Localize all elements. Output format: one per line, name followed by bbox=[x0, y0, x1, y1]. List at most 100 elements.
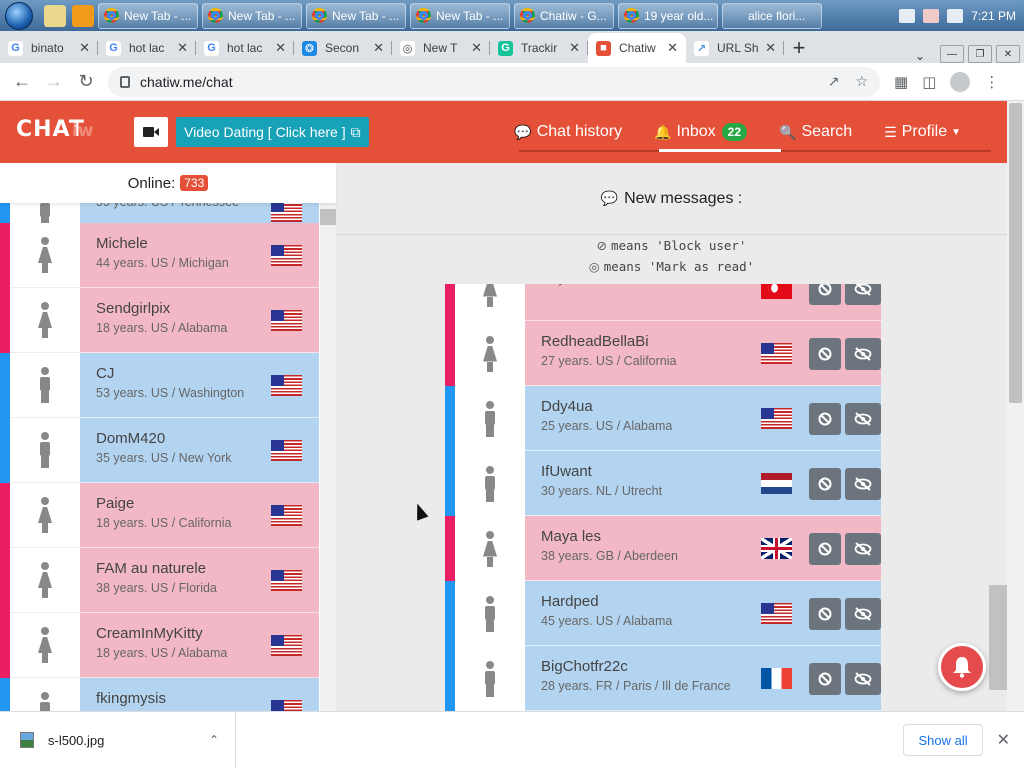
mark-as-read-button[interactable] bbox=[845, 468, 881, 500]
close-tab-icon[interactable]: ✕ bbox=[79, 40, 90, 56]
nav-inbox[interactable]: 🔔 Inbox 22 bbox=[638, 101, 763, 163]
taskbar-task[interactable]: 19 year old... bbox=[618, 2, 718, 29]
online-user-row[interactable]: fkingmysis bbox=[0, 678, 320, 711]
block-user-button[interactable] bbox=[809, 468, 841, 500]
explorer-icon[interactable] bbox=[44, 4, 66, 27]
online-user-row[interactable]: FAM au naturele 38 years. US / Florida bbox=[0, 548, 320, 613]
browser-tab[interactable]: G Trackir ✕ bbox=[490, 33, 588, 63]
video-dating-button[interactable]: Video Dating [ Click here ] ⧉ bbox=[176, 117, 369, 147]
notification-bell-button[interactable] bbox=[938, 643, 986, 691]
taskbar-task[interactable]: alice flori... bbox=[722, 2, 822, 29]
block-user-button[interactable] bbox=[809, 284, 841, 305]
chevron-up-icon[interactable]: ⌃ bbox=[209, 733, 219, 747]
minimize-button[interactable]: — bbox=[940, 45, 964, 63]
profile-avatar-icon[interactable] bbox=[950, 71, 971, 92]
message-row[interactable]: 18 years. TR / ?stanbul bbox=[445, 284, 881, 321]
extensions-puzzle-icon[interactable]: ▦ bbox=[894, 73, 908, 91]
block-user-button[interactable] bbox=[809, 598, 841, 630]
online-user-row[interactable]: Michele 44 years. US / Michigan bbox=[0, 223, 320, 288]
browser-tab[interactable]: ❂ Secon ✕ bbox=[294, 33, 392, 63]
message-row[interactable]: RedheadBellaBi 27 years. US / California bbox=[445, 321, 881, 386]
mark-as-read-button[interactable] bbox=[845, 663, 881, 695]
address-bar[interactable]: chatiw.me/chat ↗ ☆ bbox=[108, 66, 880, 97]
nav-search[interactable]: 🔍 Search bbox=[763, 101, 868, 163]
close-tab-icon[interactable]: ✕ bbox=[275, 40, 286, 56]
message-row[interactable]: Hardped 45 years. US / Alabama bbox=[445, 581, 881, 646]
mark-as-read-button[interactable] bbox=[845, 598, 881, 630]
online-user-row[interactable]: DomM420 35 years. US / New York bbox=[0, 418, 320, 483]
chatiw-logo[interactable]: CHAT iw bbox=[16, 115, 96, 149]
tab-title: URL Sh bbox=[717, 41, 759, 55]
taskbar-task[interactable]: New Tab - ... bbox=[98, 2, 198, 29]
gender-stripe bbox=[0, 483, 10, 548]
user-avatar bbox=[455, 516, 525, 581]
user-avatar bbox=[10, 483, 80, 548]
messages-scroll-thumb[interactable] bbox=[989, 585, 1007, 690]
side-panel-icon[interactable]: ◫ bbox=[922, 73, 936, 91]
page-scroll-thumb[interactable] bbox=[1009, 103, 1022, 403]
page-scrollbar[interactable] bbox=[1007, 101, 1024, 711]
network-tray-icon[interactable] bbox=[899, 8, 916, 23]
close-tab-icon[interactable]: ✕ bbox=[177, 40, 188, 56]
browser-tab[interactable]: ↗ URL Sh ✕ bbox=[686, 33, 784, 63]
mark-as-read-button[interactable] bbox=[845, 338, 881, 370]
restore-button[interactable]: ❐ bbox=[968, 45, 992, 63]
message-row[interactable]: IfUwant 30 years. NL / Utrecht bbox=[445, 451, 881, 516]
taskbar-task[interactable]: New Tab - ... bbox=[410, 2, 510, 29]
eye-slash-icon: ◎ bbox=[588, 259, 600, 274]
block-user-button[interactable] bbox=[809, 663, 841, 695]
close-window-button[interactable]: ✕ bbox=[996, 45, 1020, 63]
reload-button[interactable]: ↻ bbox=[70, 66, 102, 98]
menu-kebab-icon[interactable]: ⋮ bbox=[984, 73, 999, 91]
browser-tab[interactable]: Gbinato ✕ bbox=[0, 33, 98, 63]
user-list-scrollbar[interactable] bbox=[320, 203, 336, 711]
block-user-button[interactable] bbox=[809, 338, 841, 370]
video-camera-button[interactable] bbox=[134, 117, 168, 147]
close-tab-icon[interactable]: ✕ bbox=[765, 40, 776, 56]
online-user-row[interactable]: CreamInMyKitty 18 years. US / Alabama bbox=[0, 613, 320, 678]
bookmark-star-icon[interactable]: ☆ bbox=[855, 73, 868, 90]
message-row[interactable]: BigChotfr22c 28 years. FR / Paris / Ill d… bbox=[445, 646, 881, 711]
browser-tab[interactable]: ◎ New T ✕ bbox=[392, 33, 490, 63]
forward-button[interactable]: → bbox=[38, 66, 70, 98]
block-user-button[interactable] bbox=[809, 403, 841, 435]
volume-tray-icon[interactable] bbox=[947, 8, 964, 23]
close-tab-icon[interactable]: ✕ bbox=[569, 40, 580, 56]
scroll-thumb[interactable] bbox=[320, 209, 336, 225]
clock[interactable]: 7:21 PM bbox=[971, 9, 1016, 23]
url-text: chatiw.me/chat bbox=[140, 73, 233, 90]
show-all-button[interactable]: Show all bbox=[903, 724, 983, 756]
browser-tab[interactable]: Ghot lac ✕ bbox=[196, 33, 294, 63]
close-tab-icon[interactable]: ✕ bbox=[471, 40, 482, 56]
block-user-button[interactable] bbox=[809, 533, 841, 565]
mark-as-read-button[interactable] bbox=[845, 284, 881, 305]
close-tab-icon[interactable]: ✕ bbox=[373, 40, 384, 56]
media-player-icon[interactable] bbox=[72, 4, 94, 27]
browser-tab[interactable]: ■ Chatiw ✕ bbox=[588, 33, 686, 63]
lock-icon[interactable] bbox=[120, 75, 130, 88]
flag-us-icon bbox=[271, 700, 302, 711]
mark-as-read-button[interactable] bbox=[845, 533, 881, 565]
message-row[interactable]: Ddy4ua 25 years. US / Alabama bbox=[445, 386, 881, 451]
online-user-row[interactable]: Sendgirlpix 18 years. US / Alabama bbox=[0, 288, 320, 353]
mark-as-read-button[interactable] bbox=[845, 403, 881, 435]
flag-tray-icon[interactable] bbox=[923, 8, 940, 23]
taskbar-task[interactable]: Chatiw - G... bbox=[514, 2, 614, 29]
tab-search-chevron-icon[interactable]: ⌄ bbox=[900, 49, 940, 63]
download-item[interactable]: s-l500.jpg ⌃ bbox=[0, 711, 236, 768]
nav-chat-history[interactable]: 💬 Chat history bbox=[498, 101, 638, 163]
taskbar-task[interactable]: New Tab - ... bbox=[306, 2, 406, 29]
close-downloads-icon[interactable]: ✕ bbox=[997, 730, 1010, 750]
message-row[interactable]: Maya les 38 years. GB / Aberdeen bbox=[445, 516, 881, 581]
online-user-row[interactable]: Paige 18 years. US / California bbox=[0, 483, 320, 548]
block-icon bbox=[818, 607, 832, 621]
taskbar-task[interactable]: New Tab - ... bbox=[202, 2, 302, 29]
nav-profile[interactable]: ☰ Profile ▼ bbox=[868, 101, 977, 163]
start-button[interactable] bbox=[0, 0, 38, 31]
browser-tab[interactable]: Ghot lac ✕ bbox=[98, 33, 196, 63]
close-tab-icon[interactable]: ✕ bbox=[667, 40, 678, 56]
share-icon[interactable]: ↗ bbox=[828, 73, 840, 90]
online-user-row[interactable]: CJ 53 years. US / Washington bbox=[0, 353, 320, 418]
new-tab-button[interactable]: + bbox=[784, 33, 814, 63]
back-button[interactable]: ← bbox=[6, 66, 38, 98]
